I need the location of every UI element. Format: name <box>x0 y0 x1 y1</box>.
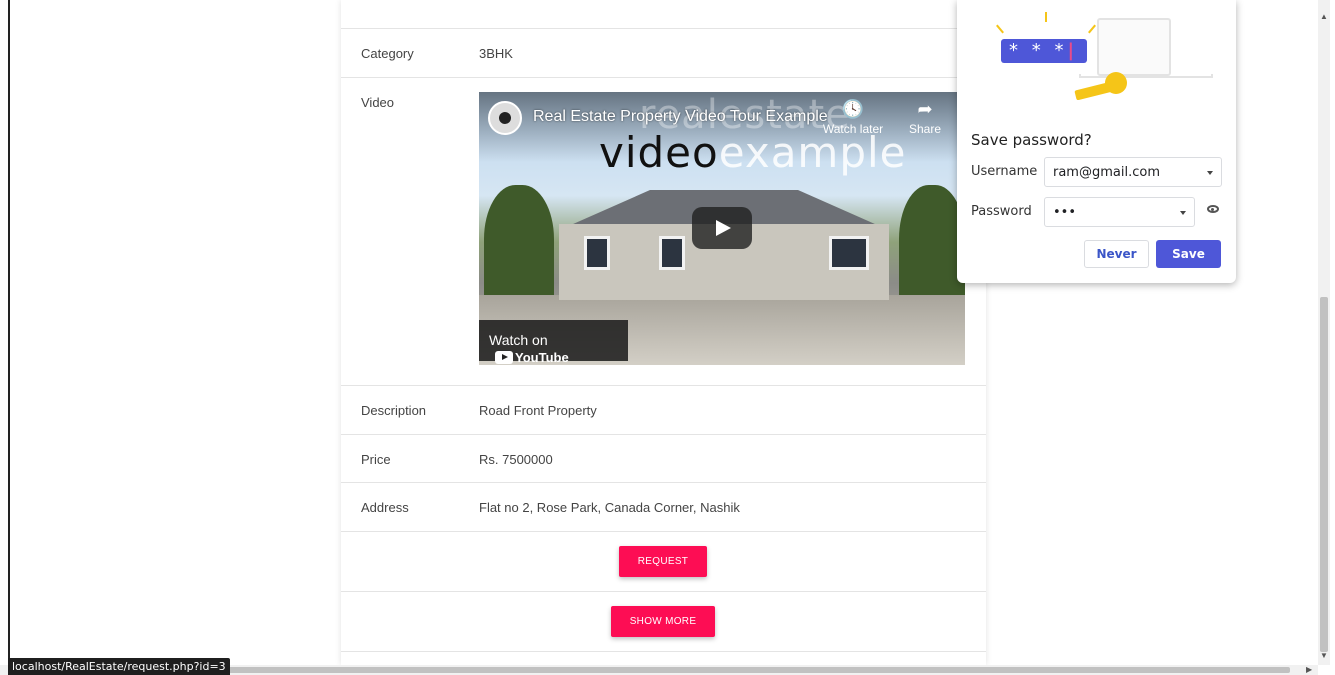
never-button[interactable]: Never <box>1084 240 1149 268</box>
description-label: Description <box>361 403 427 418</box>
spark-icon <box>1045 12 1047 22</box>
chevron-down-icon <box>1180 211 1186 215</box>
share-button[interactable]: ➦ Share <box>893 100 957 136</box>
password-value: ••• <box>1053 205 1077 220</box>
address-value: Flat no 2, Rose Park, Canada Corner, Nas… <box>479 500 740 515</box>
clock-icon: 🕓 <box>841 99 865 119</box>
scroll-down-icon[interactable]: ▼ <box>1320 651 1328 660</box>
password-label: Password <box>971 204 1032 219</box>
table-row-category: Category 3BHK <box>341 29 986 78</box>
vertical-scrollbar[interactable]: ▲ ▼ <box>1318 0 1330 665</box>
save-password-bubble: * * *| Save password? Username ram@gmail… <box>957 0 1236 283</box>
username-label: Username <box>971 164 1038 179</box>
youtube-logo-icon: YouTube <box>495 350 569 365</box>
price-label: Price <box>361 452 391 467</box>
table-row-price: Price Rs. 7500000 <box>341 435 986 483</box>
password-stars: * * * <box>1009 40 1068 61</box>
spark-icon <box>1088 24 1096 34</box>
status-bar-url: localhost/RealEstate/request.php?id=3 <box>8 658 230 675</box>
youtube-video-embed[interactable]: realestate videoexample Real Estate Prop… <box>479 92 965 365</box>
watch-on-youtube-button[interactable]: Watch on YouTube <box>479 320 628 365</box>
password-illustration: * * *| <box>987 8 1213 103</box>
save-button[interactable]: Save <box>1156 240 1221 268</box>
category-value: 3BHK <box>479 46 513 61</box>
save-password-title: Save password? <box>971 131 1092 149</box>
watch-later-button[interactable]: 🕓 Watch later <box>821 100 885 136</box>
browser-viewport: Category 3BHK Video realestate videoexam… <box>0 0 1335 675</box>
category-label: Category <box>361 46 414 61</box>
play-button-icon[interactable] <box>692 207 752 249</box>
table-row-description: Description Road Front Property <box>341 386 986 435</box>
address-label: Address <box>361 500 409 515</box>
watch-on-label: Watch on <box>489 332 548 348</box>
price-value: Rs. 7500000 <box>479 452 553 467</box>
watch-later-label: Watch later <box>822 122 884 136</box>
username-value: ram@gmail.com <box>1053 165 1160 180</box>
request-button[interactable]: REQUEST <box>619 546 707 577</box>
show-more-button[interactable]: SHOW MORE <box>611 606 715 637</box>
youtube-label: YouTube <box>515 349 569 365</box>
table-row-video: Video realestate videoexample Real Estat… <box>341 78 986 386</box>
monitor-base-icon <box>1079 74 1213 78</box>
spark-icon <box>996 24 1004 34</box>
share-label: Share <box>908 122 942 136</box>
show-password-eye-icon[interactable] <box>1207 205 1219 213</box>
video-title[interactable]: Real Estate Property Video Tour Example <box>533 108 828 126</box>
table-row-address: Address Flat no 2, Rose Park, Canada Cor… <box>341 483 986 532</box>
key-head-icon <box>1105 72 1127 94</box>
video-label: Video <box>361 95 395 110</box>
description-value: Road Front Property <box>479 403 597 418</box>
overlay-word-video: video <box>599 128 719 177</box>
monitor-icon <box>1097 18 1171 76</box>
password-select[interactable]: ••• <box>1044 197 1195 227</box>
chevron-down-icon <box>1207 171 1213 175</box>
scroll-up-icon[interactable]: ▲ <box>1320 12 1328 21</box>
password-field-icon: * * *| <box>1001 39 1087 63</box>
scroll-right-icon[interactable]: ▶ <box>1306 665 1312 674</box>
table-row-show-more: SHOW MORE <box>341 592 986 652</box>
window-edge <box>8 0 10 660</box>
table-row-top <box>341 0 986 29</box>
table-row-request: REQUEST <box>341 532 986 592</box>
vertical-scrollbar-thumb[interactable] <box>1320 297 1328 652</box>
property-details-card: Category 3BHK Video realestate videoexam… <box>341 0 986 665</box>
share-arrow-icon: ➦ <box>917 99 933 119</box>
username-select[interactable]: ram@gmail.com <box>1044 157 1222 187</box>
channel-avatar-icon[interactable] <box>488 101 522 135</box>
